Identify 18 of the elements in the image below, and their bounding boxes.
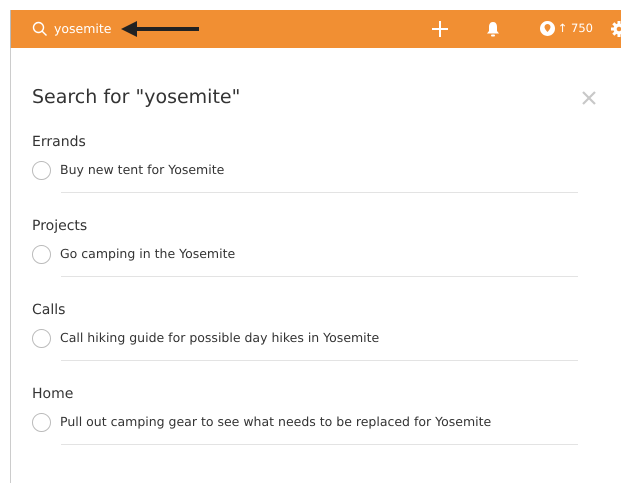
task-checkbox[interactable] — [32, 413, 51, 432]
search-results-title: Search for "yosemite" — [32, 88, 240, 107]
task-title[interactable]: Go camping in the Yosemite — [60, 245, 236, 264]
task-checkbox[interactable] — [32, 329, 51, 348]
task-checkbox[interactable] — [32, 245, 51, 264]
task-checkbox[interactable] — [32, 161, 51, 180]
list-heading: Home — [32, 387, 74, 401]
points-counter: ↑ 750 — [558, 20, 593, 38]
task-title[interactable]: Call hiking guide for possible day hikes in Yosemite — [60, 329, 380, 348]
task-title[interactable]: Pull out camping gear to see what needs to be replaced for Yosemite — [60, 413, 492, 432]
bell-icon[interactable] — [486, 21, 500, 37]
task-title[interactable]: Buy new tent for Yosemite — [60, 161, 224, 180]
list-heading: Projects — [32, 219, 88, 233]
location-pin-icon — [540, 21, 555, 37]
plus-icon[interactable] — [432, 21, 448, 37]
search-icon — [32, 21, 48, 37]
list-heading: Errands — [32, 135, 87, 149]
list-heading: Calls — [32, 303, 66, 317]
